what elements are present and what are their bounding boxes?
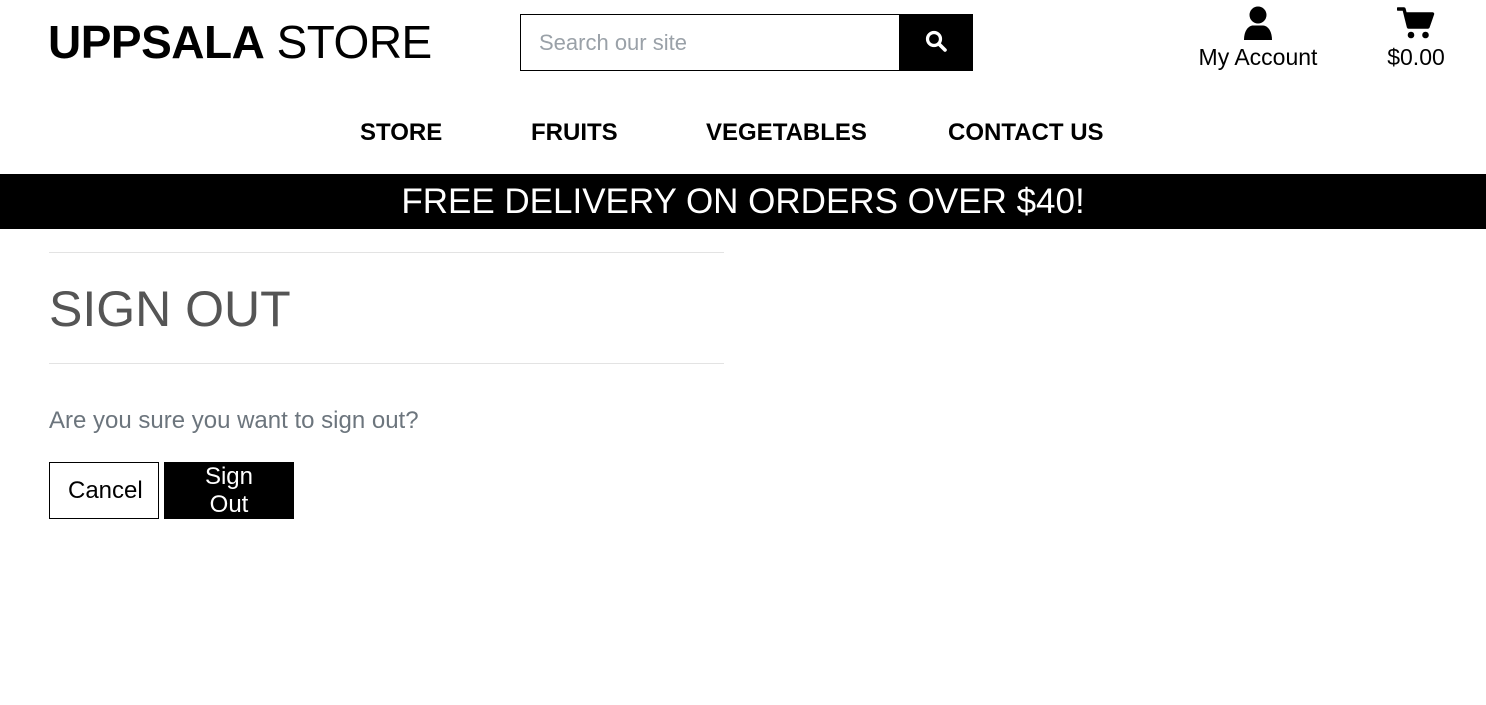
site-logo[interactable]: UPPSALA STORE: [48, 14, 432, 70]
signout-panel: SIGN OUT Are you sure you want to sign o…: [49, 229, 724, 519]
nav-item-fruits[interactable]: FRUITS: [531, 116, 618, 150]
cart-total: $0.00: [1387, 44, 1445, 70]
signout-question: Are you sure you want to sign out?: [49, 407, 419, 434]
my-account-label: My Account: [1198, 44, 1318, 70]
nav-item-store[interactable]: STORE: [360, 116, 442, 150]
search-icon: [924, 29, 948, 56]
search-button[interactable]: [899, 14, 973, 71]
free-delivery-banner: FREE DELIVERY ON ORDERS OVER $40!: [0, 174, 1486, 229]
search-form: [520, 14, 973, 71]
brand-name-bold: UPPSALA: [48, 16, 265, 68]
nav-item-contact-us[interactable]: CONTACT US: [948, 116, 1104, 150]
page-title: SIGN OUT: [49, 281, 291, 337]
search-input[interactable]: [520, 14, 899, 71]
signout-actions: Cancel Sign Out: [49, 462, 724, 519]
main-nav: STORE FRUITS VEGETABLES CONTACT US: [0, 100, 1486, 174]
divider-bottom: [49, 363, 724, 364]
brand-name-light: STORE: [276, 16, 433, 68]
divider-top: [49, 252, 724, 253]
site-header: UPPSALA STORE My Account: [0, 0, 1486, 100]
nav-item-vegetables[interactable]: VEGETABLES: [706, 116, 867, 150]
cancel-button[interactable]: Cancel: [49, 462, 159, 519]
my-account-link[interactable]: My Account: [1190, 4, 1326, 74]
user-icon: [1190, 4, 1326, 42]
sign-out-button[interactable]: Sign Out: [164, 462, 294, 519]
shopping-cart-icon: [1376, 4, 1456, 42]
cart-link[interactable]: $0.00: [1376, 4, 1456, 74]
